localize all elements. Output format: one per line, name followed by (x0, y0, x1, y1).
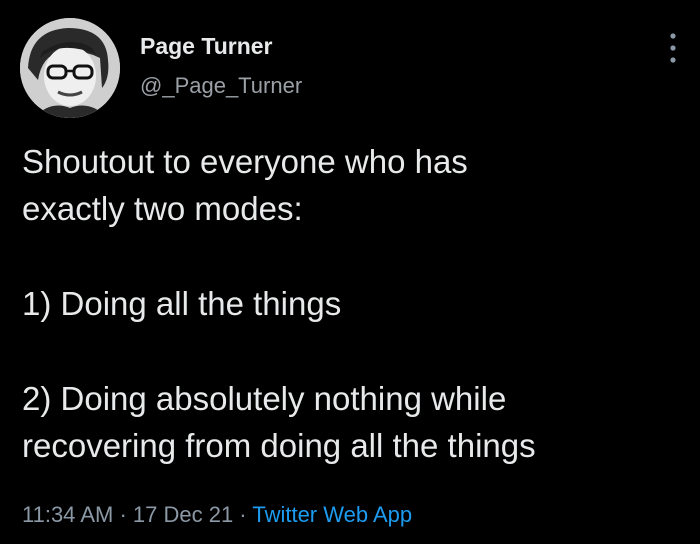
tweet-date[interactable]: 17 Dec 21 (133, 502, 233, 527)
meta-separator: · (233, 502, 253, 527)
tweet-line: Shoutout to everyone who has (22, 143, 468, 180)
tweet-line: 1) Doing all the things (22, 285, 342, 322)
tweet-text: Shoutout to everyone who has exactly two… (22, 138, 682, 469)
tweet-line: exactly two modes: (22, 190, 303, 227)
user-handle[interactable]: @_Page_Turner (140, 73, 302, 99)
avatar[interactable] (20, 18, 120, 118)
more-options-icon[interactable] (664, 28, 682, 68)
tweet-source[interactable]: Twitter Web App (252, 502, 412, 527)
meta-separator: · (113, 502, 133, 527)
tweet-meta: 11:34 AM · 17 Dec 21 · Twitter Web App (22, 502, 412, 528)
avatar-image (20, 18, 120, 118)
tweet-time[interactable]: 11:34 AM (22, 502, 113, 527)
tweet-card: Page Turner @_Page_Turner Shoutout to ev… (0, 0, 700, 544)
tweet-line: recovering from doing all the things (22, 427, 536, 464)
display-name[interactable]: Page Turner (140, 33, 273, 60)
tweet-line: 2) Doing absolutely nothing while (22, 380, 507, 417)
